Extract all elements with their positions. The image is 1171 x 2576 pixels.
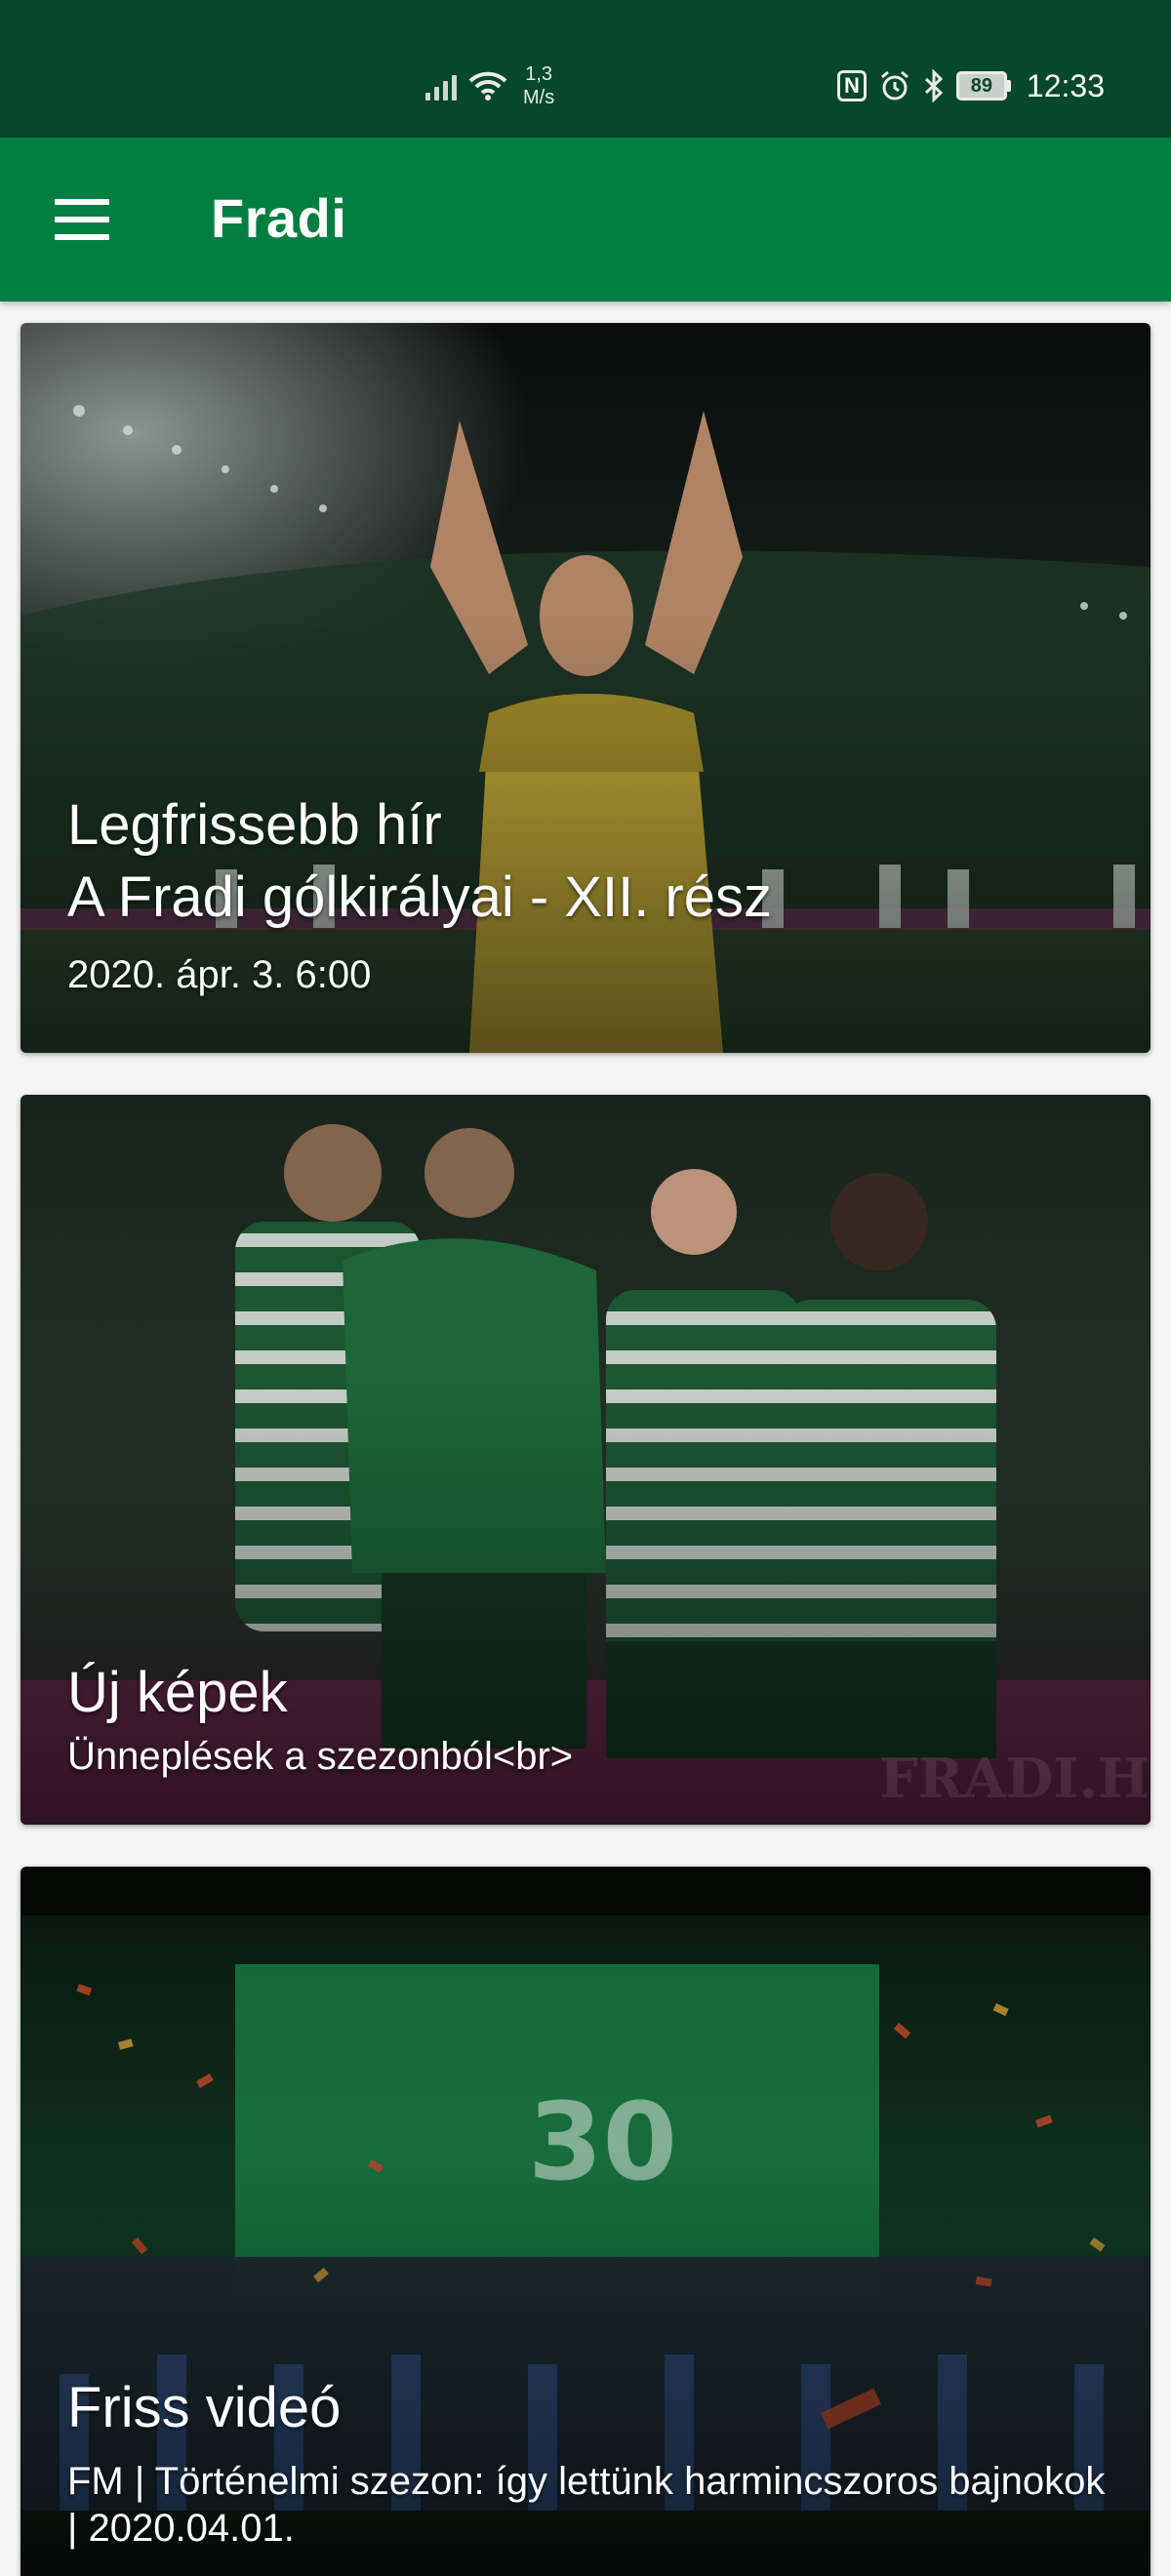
news-title: A Fradi gólkirályai - XII. rész — [67, 865, 772, 929]
card-heading: Legfrissebb hír — [67, 793, 442, 857]
system-indicators: N 89 12:33 — [836, 62, 1105, 109]
hamburger-icon-line — [55, 199, 109, 205]
latest-news-text: Legfrissebb hír A Fradi gólkirályai - XI… — [67, 789, 1111, 998]
nfc-icon: N — [836, 70, 867, 101]
battery-level: 89 — [955, 71, 1007, 101]
alarm-icon — [880, 70, 909, 101]
card-heading: Friss videó — [67, 2376, 342, 2439]
network-speed-value: 1,3 — [525, 63, 553, 85]
status-bar: 1,3 M/s N 89 12:33 — [0, 0, 1171, 138]
wifi-icon — [468, 71, 507, 101]
fresh-video-text: Friss videó FM | Történelmi szezon: így … — [67, 2372, 1111, 2552]
network-indicators: 1,3 M/s — [425, 60, 554, 111]
hamburger-icon-line — [55, 217, 109, 222]
latest-news-card[interactable]: Legfrissebb hír A Fradi gólkirályai - XI… — [20, 323, 1151, 1053]
new-photos-card[interactable]: FRADI.HU Új képek Ünneplések a szezonból… — [20, 1095, 1151, 1825]
video-title: FM | Történelmi szezon: így lettünk harm… — [67, 2460, 1106, 2550]
fresh-video-card[interactable]: 30 Friss videó FM — [20, 1867, 1151, 2576]
photos-description: Ünneplések a szezonból<br> — [67, 1735, 574, 1778]
hamburger-icon-line — [55, 234, 109, 240]
card-heading: Új képek — [67, 1661, 288, 1724]
app-title: Fradi — [211, 187, 347, 249]
bluetooth-icon — [924, 69, 944, 102]
network-speed-unit: M/s — [523, 87, 555, 108]
app-bar: Fradi — [0, 138, 1171, 302]
new-photos-text: Új képek Ünneplések a szezonból<br> — [67, 1657, 1111, 1780]
network-speed: 1,3 M/s — [523, 62, 554, 109]
signal-strength-icon — [425, 71, 457, 101]
menu-button[interactable] — [39, 177, 125, 262]
battery-icon: 89 — [955, 71, 1011, 101]
news-date: 2020. ápr. 3. 6:00 — [67, 953, 372, 996]
clock: 12:33 — [1026, 67, 1105, 103]
